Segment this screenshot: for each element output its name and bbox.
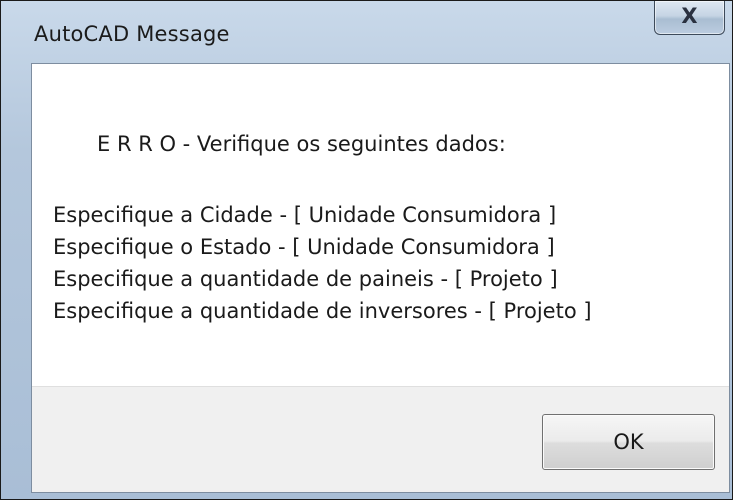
dialog-content: E R R O - Verifique os seguintes dados: …	[31, 63, 730, 493]
error-line-state: Especifique o Estado - [ Unidade Consumi…	[53, 235, 555, 259]
error-line-inverters: Especifique a quantidade de inversores -…	[53, 299, 592, 323]
close-button[interactable]: X	[654, 1, 725, 35]
error-line-panels: Especifique a quantidade de paineis - [ …	[53, 267, 558, 291]
message-dialog: AutoCAD Message X E R R O - Verifique os…	[0, 0, 733, 500]
button-bar: OK	[32, 386, 729, 492]
message-area: E R R O - Verifique os seguintes dados: …	[32, 64, 729, 386]
error-list: Especifique a Cidade - [ Unidade Consumi…	[53, 199, 592, 327]
close-icon: X	[681, 4, 698, 28]
window-title: AutoCAD Message	[34, 22, 230, 46]
title-bar[interactable]: AutoCAD Message X	[1, 1, 732, 63]
ok-button[interactable]: OK	[542, 414, 715, 470]
error-heading: E R R O - Verifique os seguintes dados:	[97, 132, 506, 156]
error-line-city: Especifique a Cidade - [ Unidade Consumi…	[53, 203, 557, 227]
